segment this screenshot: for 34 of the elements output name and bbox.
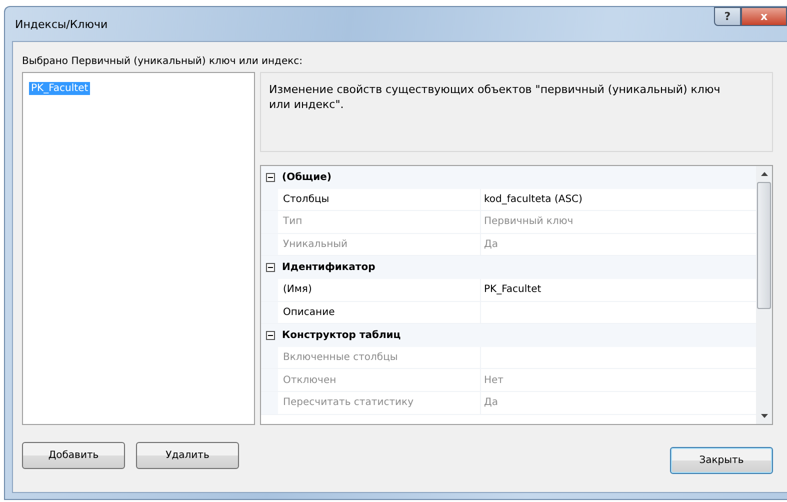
property-row[interactable]: Столбцы kod_faculteta (ASC) [261,188,756,212]
category-label: Конструктор таблиц [282,330,401,341]
close-dialog-button[interactable]: Закрыть [670,447,773,474]
window-title: Индексы/Ключи [14,18,108,30]
scroll-up-icon[interactable] [760,172,768,176]
property-value: Первичный ключ [484,216,574,228]
category-label: Идентификатор [282,262,376,274]
property-row[interactable]: Описание [261,302,756,324]
property-value: PK_Facultet [484,284,542,296]
property-name: Отключен [283,374,336,386]
property-value: Да [484,239,498,250]
property-name: Пересчитать статистику [283,397,414,408]
help-button[interactable]: ? [714,7,741,26]
selected-label: Выбрано Первичный (уникальный) ключ или индекс: [22,56,304,67]
collapse-icon[interactable] [266,330,275,340]
property-value: Нет [484,374,504,386]
property-name: (Имя) [283,284,312,296]
property-name: Уникальный [283,239,348,250]
property-name: Столбцы [283,194,330,205]
scrollbar[interactable] [756,166,772,424]
category-label: (Общие) [282,172,332,183]
property-name: Описание [283,306,335,318]
scroll-down-icon[interactable] [760,414,768,418]
description-text: Изменение свойств существующих объектов "первичный (уникальный) ключ или индекс". [260,72,773,152]
collapse-icon[interactable] [266,263,275,272]
dialog-button[interactable]: Удалить [136,442,239,469]
property-name: Тип [283,216,302,228]
scroll-thumb[interactable] [757,182,771,309]
property-name: Включенные столбцы [283,352,398,364]
property-value: Да [484,397,498,408]
collapse-icon[interactable] [266,172,275,182]
dialog-button[interactable]: Добавить [22,442,125,469]
property-value: kod_faculteta (ASC) [484,194,582,205]
property-row[interactable]: (Имя) PK_Facultet [261,278,756,302]
